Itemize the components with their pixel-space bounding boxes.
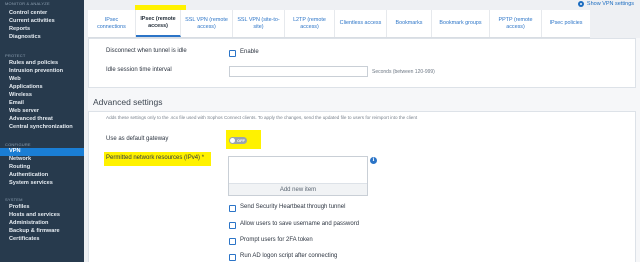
toggle-state-label: OFF [237,138,245,143]
disconnect-idle-label: Disconnect when tunnel is idle [106,48,187,54]
default-gateway-label: Use as default gateway [106,136,169,142]
sidebar-section-monitor: MONITOR & ANALYZE [5,1,50,6]
heartbeat-checkbox[interactable] [229,205,236,212]
enable-checkbox[interactable] [229,50,236,57]
idle-interval-hint: Seconds (between 120-999) [372,69,435,75]
sidebar: MONITOR & ANALYZE Control center Current… [0,0,84,262]
enable-label: Enable [240,49,259,55]
advanced-description: Adds these settings only to the .scx fil… [106,115,418,120]
prompt-2fa-label: Prompt users for 2FA token [240,237,313,243]
advanced-settings-card: Adds these settings only to the .scx fil… [88,111,636,262]
sidebar-item-wireless[interactable]: Wireless [0,92,84,100]
advanced-settings-title: Advanced settings [93,97,163,107]
toggle-knob [230,138,235,143]
sidebar-item-current-activities[interactable]: Current activities [0,18,84,26]
idle-interval-label: Idle session time interval [106,67,172,73]
sidebar-item-profiles[interactable]: Profiles [0,204,84,212]
tab-bookmarks[interactable]: Bookmarks [387,10,432,37]
sidebar-item-advanced-threat[interactable]: Advanced threat [0,116,84,124]
tab-bookmark-groups[interactable]: Bookmark groups [432,10,490,37]
tab-ipsec-connections[interactable]: IPsec connections [88,10,136,37]
show-vpn-settings-link[interactable]: Show VPN settings [577,0,634,8]
heartbeat-label: Send Security Heartbeat through tunnel [240,204,346,210]
gear-icon [577,1,584,7]
idle-settings-card: Disconnect when tunnel is idle Enable Id… [88,38,636,88]
tab-ssl-vpn-remote[interactable]: SSL VPN (remote access) [181,10,233,37]
permitted-resources-label: Permitted network resources (IPv4) * [106,155,205,161]
info-icon[interactable]: i [370,157,377,164]
ad-logon-script-checkbox[interactable] [229,254,236,261]
sidebar-item-backup-firmware[interactable]: Backup & firmware [0,228,84,236]
idle-interval-input[interactable] [229,66,368,77]
sidebar-item-web[interactable]: Web [0,76,84,84]
sidebar-item-authentication[interactable]: Authentication [0,172,84,180]
sidebar-section-configure: CONFIGURE [5,142,31,147]
show-vpn-settings-label: Show VPN settings [586,1,634,7]
sidebar-item-diagnostics[interactable]: Diagnostics [0,34,84,42]
sidebar-item-applications[interactable]: Applications [0,84,84,92]
sidebar-section-system: SYSTEM [5,197,23,202]
prompt-2fa-checkbox[interactable] [229,238,236,245]
tab-bar: IPsec connections IPsec (remote access) … [88,10,590,38]
permitted-resources-list[interactable]: Add new item [228,156,368,196]
sidebar-item-rules-policies[interactable]: Rules and policies [0,60,84,68]
ad-logon-script-label: Run AD logon script after connecting [240,253,338,259]
tab-ipsec-policies[interactable]: IPsec policies [542,10,590,37]
save-credentials-label: Allow users to save username and passwor… [240,221,360,227]
tab-pptp[interactable]: PPTP (remote access) [490,10,542,37]
tab-ipsec-remote-access[interactable]: IPsec (remote access) [136,10,181,37]
sidebar-item-email[interactable]: Email [0,100,84,108]
tab-ssl-vpn-site[interactable]: SSL VPN (site-to-site) [233,10,285,37]
default-gateway-toggle[interactable]: OFF [229,137,247,144]
tab-clientless-access[interactable]: Clientless access [335,10,387,37]
sidebar-item-reports[interactable]: Reports [0,26,84,34]
tab-l2tp[interactable]: L2TP (remote access) [285,10,335,37]
sidebar-item-vpn[interactable]: VPN [0,148,84,156]
save-credentials-checkbox[interactable] [229,222,236,229]
sidebar-item-certificates[interactable]: Certificates [0,236,84,244]
sidebar-item-central-sync[interactable]: Central synchronization [0,124,84,132]
sidebar-item-routing[interactable]: Routing [0,164,84,172]
sidebar-item-administration[interactable]: Administration [0,220,84,228]
sidebar-item-hosts-services[interactable]: Hosts and services [0,212,84,220]
sidebar-item-system-services[interactable]: System services [0,180,84,188]
add-new-item-button[interactable]: Add new item [229,183,367,195]
sidebar-item-control-center[interactable]: Control center [0,10,84,18]
sidebar-item-web-server[interactable]: Web server [0,108,84,116]
main-panel: Disconnect when tunnel is idle Enable Id… [88,38,640,262]
sidebar-item-network[interactable]: Network [0,156,84,164]
sidebar-item-intrusion-prevention[interactable]: Intrusion prevention [0,68,84,76]
sidebar-section-protect: PROTECT [5,53,26,58]
